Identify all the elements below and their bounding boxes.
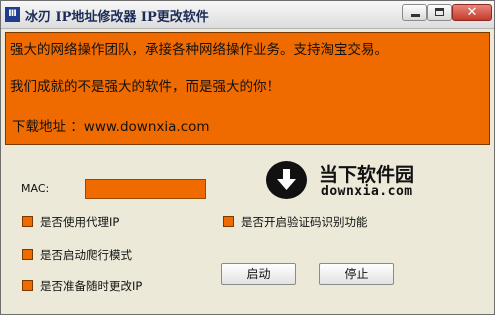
app-window: Ⅲ 冰刃 IP地址修改器 IP更改软件 ✕ 强大的网络操作团队，承接各种网络操作… (0, 0, 495, 315)
minimize-button[interactable] (402, 4, 427, 21)
close-icon: ✕ (466, 5, 478, 20)
checkbox-box[interactable] (223, 216, 234, 227)
mac-label: MAC: (21, 182, 50, 195)
checkbox-box[interactable] (22, 249, 33, 260)
title-bar[interactable]: Ⅲ 冰刃 IP地址修改器 IP更改软件 ✕ (1, 1, 494, 29)
checkbox-box[interactable] (22, 216, 33, 227)
banner-line-slogan: 我们成就的不是强大的软件，而是强大的你！ (10, 79, 280, 95)
maximize-icon (435, 8, 444, 16)
banner-line-download: 下载地址 ：www.downxia.com (12, 119, 210, 135)
download-arrow-icon (266, 161, 307, 199)
logo-title: 当下软件园 (319, 164, 415, 186)
use-proxy-label: 是否使用代理IP (40, 215, 120, 229)
app-icon: Ⅲ (5, 7, 20, 22)
stop-button[interactable]: 停止 (319, 263, 394, 285)
captcha-label: 是否开启验证码识别功能 (241, 215, 368, 229)
mac-input[interactable] (85, 179, 206, 199)
start-crawler-label: 是否启动爬行模式 (40, 248, 132, 262)
start-button[interactable]: 启动 (221, 263, 296, 285)
logo-subtitle: downxia.com (321, 184, 413, 199)
checkbox-box[interactable] (22, 280, 33, 291)
minimize-icon (411, 14, 420, 17)
window-title: 冰刃 IP地址修改器 IP更改软件 (25, 10, 209, 25)
banner-line-team: 强大的网络操作团队，承接各种网络操作业务。支持淘宝交易。 (10, 42, 388, 58)
change-ip-label: 是否准备随时更改IP (40, 279, 143, 293)
maximize-button[interactable] (427, 4, 452, 21)
info-banner: 强大的网络操作团队，承接各种网络操作业务。支持淘宝交易。 我们成就的不是强大的软… (5, 32, 490, 145)
close-button[interactable]: ✕ (452, 4, 492, 21)
